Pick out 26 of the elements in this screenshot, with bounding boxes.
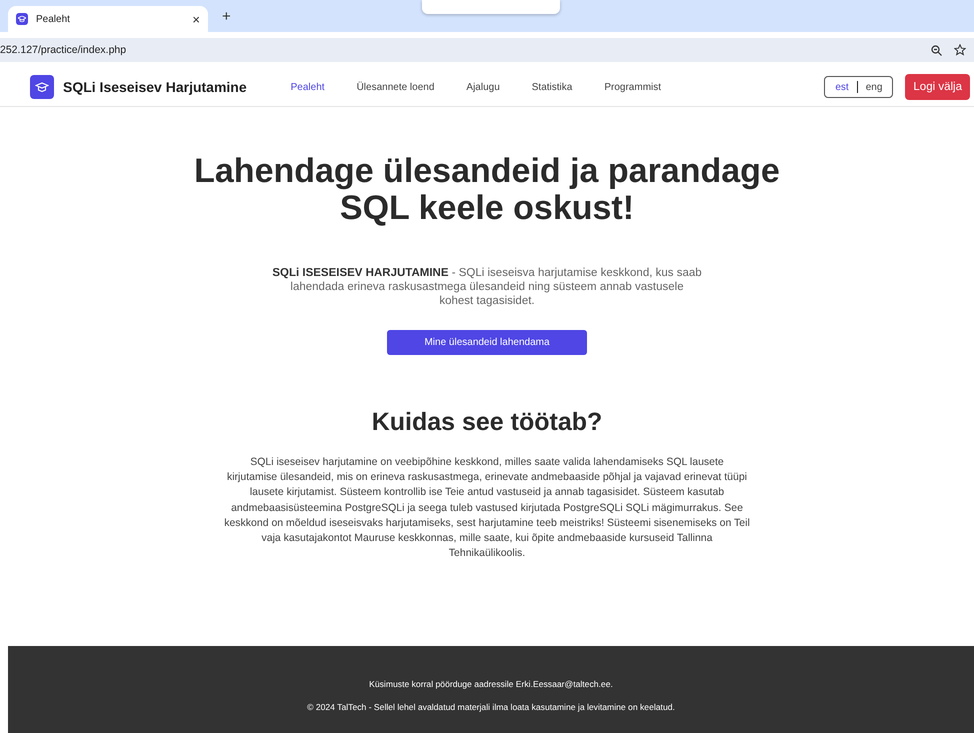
browser-tab[interactable]: Pealeht × — [8, 6, 208, 32]
about-text: SQLi iseseisev harjutamine on veebipõhine keskkond, milles saate valida lahendamiseks SQL lausete kirjutamise ülesandeid, mis on erineva raskusastmega, erinevate andmebaaside põhjal ja vajavad erinevat tüüpi lausete kirjutamist. Süsteem kontrollib ise Teie antud vastuseid ja annab tagasisidet. Süsteem kasutab andmebaasisüsteemina PostgreSQLi ja seega tuleb vastused kirjutada PostgreSQLi SQLi mägimurrakus. See keskkond on mõeldud iseseisvaks harjutamiseks, sest harjutamine teeb meistriks! Süsteemi sisenemiseks on Teil vaja kasutajakontot Mauruse keskkonnas, mille saate, kui õpite andmebaaside kursuseid Tallinna Tehnikaülikoolis. — [224, 455, 750, 562]
star-icon[interactable] — [954, 44, 966, 56]
nav-link[interactable]: Ajalugu — [466, 82, 500, 92]
copyright-text: © 2024 TalTech - Sellel lehel avaldatud materjali ilma loata kasutamine ja levitamine on keelatud. — [307, 702, 675, 712]
section-heading: Kuidas see töötab? — [372, 408, 602, 437]
nav-link[interactable]: Statistika — [532, 82, 572, 92]
intro-text: SQLi ISESEISEV HARJUTAMINE - SQLi iseseisva harjutamise keskkond, kus saab lahendada erineva raskusastmega ülesandeid ning süsteem annab vastusele kohest tagasisidet. — [272, 266, 702, 308]
graduation-cap-icon — [30, 75, 54, 99]
address-bar[interactable]: 252.127/practice/index.php — [0, 38, 974, 62]
page-heading: Lahendage ülesandeid ja parandage SQL keele oskust! — [193, 153, 781, 227]
close-tab-button[interactable]: × — [192, 12, 200, 26]
contact-text: Küsimuste korral pöörduge aadressile Erki.Eessaar@taltech.ee. — [369, 679, 613, 689]
start-button[interactable]: Mine ülesandeid lahendama — [387, 330, 587, 355]
url-text: 252.127/practice/index.php — [0, 44, 128, 56]
nav-link[interactable]: Programmist — [604, 82, 662, 92]
logout-button[interactable]: Logi välja — [905, 74, 970, 100]
language-link[interactable]: est — [835, 82, 849, 92]
nav-link[interactable]: Pealeht — [290, 82, 325, 92]
tab-title: Pealeht — [36, 14, 71, 24]
zoom-icon[interactable] — [931, 44, 942, 56]
site-brand[interactable]: SQLi Iseseisev Harjutamine — [63, 79, 247, 95]
graduation-cap-icon — [16, 13, 28, 25]
language-link[interactable]: eng — [866, 82, 882, 92]
new-tab-button[interactable]: + — [218, 8, 235, 24]
nav-link[interactable]: Ülesannete loend — [356, 82, 434, 92]
